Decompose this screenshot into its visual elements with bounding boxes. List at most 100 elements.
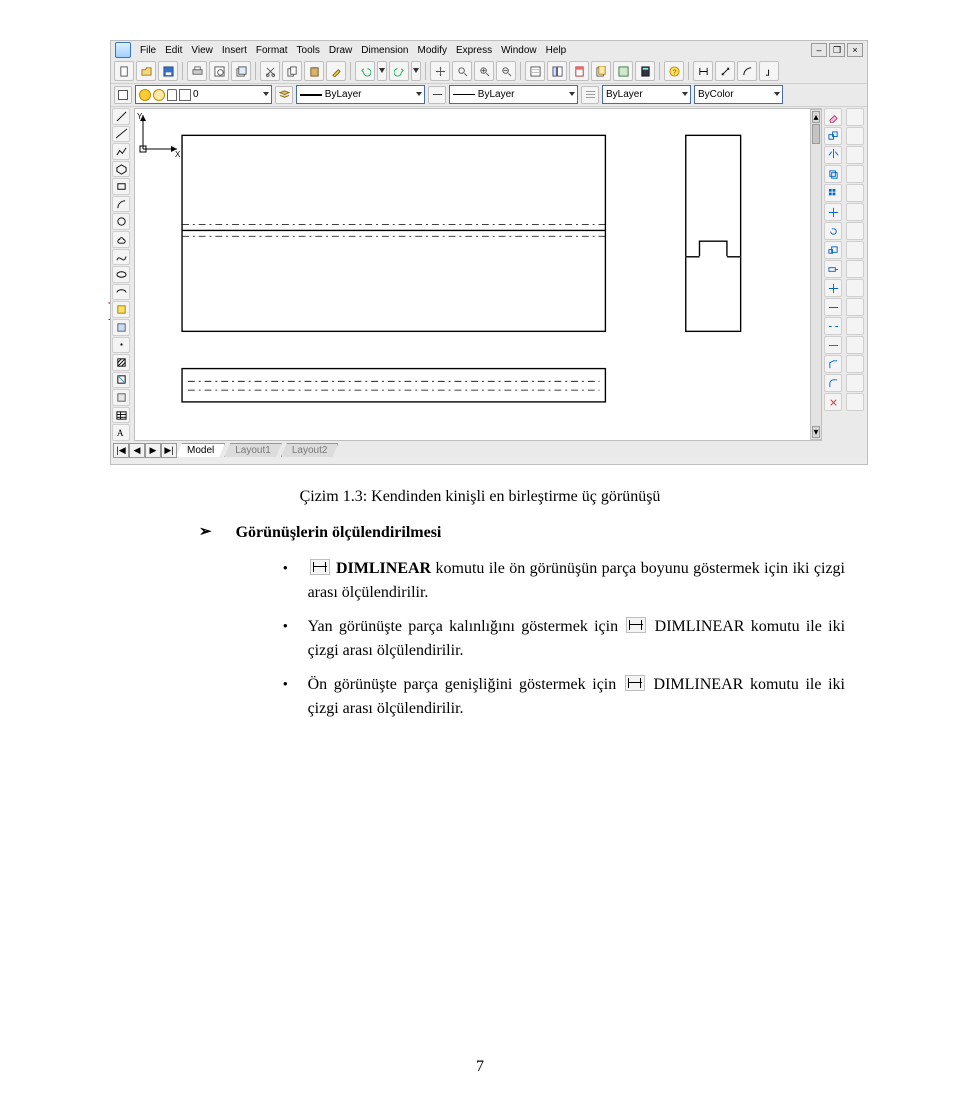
zoom-realtime-icon[interactable] xyxy=(452,61,472,81)
open-icon[interactable] xyxy=(136,61,156,81)
menu-tools[interactable]: Tools xyxy=(297,45,320,56)
rectangle-icon[interactable] xyxy=(112,178,130,195)
insert-block-icon[interactable] xyxy=(112,301,130,318)
pan-icon[interactable] xyxy=(430,61,450,81)
xline-icon[interactable] xyxy=(112,126,130,143)
zoom-window-icon[interactable] xyxy=(474,61,494,81)
erase-icon[interactable] xyxy=(824,108,842,126)
close-button[interactable]: × xyxy=(847,43,863,57)
point-icon[interactable] xyxy=(112,337,130,354)
help-icon[interactable]: ? xyxy=(664,61,684,81)
dimarc-icon[interactable] xyxy=(737,61,757,81)
properties-icon[interactable] xyxy=(525,61,545,81)
polygon-icon[interactable] xyxy=(112,161,130,178)
status-icon[interactable] xyxy=(846,241,864,259)
region-icon[interactable] xyxy=(112,389,130,406)
publish-icon[interactable] xyxy=(231,61,251,81)
copy-object-icon[interactable] xyxy=(824,127,842,145)
scroll-thumb[interactable] xyxy=(812,124,820,144)
list-icon[interactable] xyxy=(846,165,864,183)
inq-tool6-icon[interactable] xyxy=(846,374,864,392)
trim-icon[interactable] xyxy=(824,279,842,297)
spline-icon[interactable] xyxy=(112,249,130,266)
tab-nav-prev[interactable]: ◀ xyxy=(129,443,145,458)
arc-icon[interactable] xyxy=(112,196,130,213)
plotstyle-combo[interactable]: ByLayer xyxy=(602,85,691,104)
scroll-down-icon[interactable]: ▾ xyxy=(812,426,820,438)
move-icon[interactable] xyxy=(824,203,842,221)
tab-nav-last[interactable]: ▶| xyxy=(161,443,177,458)
save-icon[interactable] xyxy=(158,61,178,81)
locate-icon[interactable] xyxy=(846,203,864,221)
cut-icon[interactable] xyxy=(260,61,280,81)
stretch-icon[interactable] xyxy=(824,260,842,278)
dimord-icon[interactable] xyxy=(759,61,779,81)
hatch-icon[interactable] xyxy=(112,354,130,371)
menu-view[interactable]: View xyxy=(191,45,213,56)
circle-icon[interactable] xyxy=(112,213,130,230)
new-icon[interactable] xyxy=(114,61,134,81)
copy-icon[interactable] xyxy=(282,61,302,81)
distance-icon[interactable] xyxy=(846,108,864,126)
lineweight-settings-icon[interactable] xyxy=(581,86,599,104)
undo-icon[interactable] xyxy=(355,61,375,81)
pline-icon[interactable] xyxy=(112,143,130,160)
dimlinear-icon[interactable] xyxy=(693,61,713,81)
vertical-scrollbar[interactable]: ▴ ▾ xyxy=(810,109,822,440)
dimaligned-icon[interactable] xyxy=(715,61,735,81)
ellipse-arc-icon[interactable] xyxy=(112,284,130,301)
mtext-icon[interactable]: A xyxy=(112,424,130,441)
design-center-icon[interactable] xyxy=(547,61,567,81)
tab-layout1[interactable]: Layout1 xyxy=(224,443,282,457)
menu-dimension[interactable]: Dimension xyxy=(361,45,408,56)
menu-edit[interactable]: Edit xyxy=(165,45,182,56)
minimize-button[interactable]: – xyxy=(811,43,827,57)
table-icon[interactable] xyxy=(112,407,130,424)
inq-tool1-icon[interactable] xyxy=(846,279,864,297)
menu-draw[interactable]: Draw xyxy=(329,45,352,56)
mirror-icon[interactable] xyxy=(824,146,842,164)
scale-icon[interactable] xyxy=(824,241,842,259)
scroll-up-icon[interactable]: ▴ xyxy=(812,111,820,123)
break-icon[interactable] xyxy=(824,317,842,335)
id-icon[interactable] xyxy=(846,184,864,202)
inq-tool5-icon[interactable] xyxy=(846,355,864,373)
plot-preview-icon[interactable] xyxy=(209,61,229,81)
linetype-manager-icon[interactable] xyxy=(428,86,446,104)
array-icon[interactable] xyxy=(824,184,842,202)
menu-insert[interactable]: Insert xyxy=(222,45,247,56)
ellipse-icon[interactable] xyxy=(112,266,130,283)
offset-icon[interactable] xyxy=(824,165,842,183)
make-block-icon[interactable] xyxy=(112,319,130,336)
massprop-icon[interactable] xyxy=(846,146,864,164)
quickcalc-icon[interactable] xyxy=(635,61,655,81)
sheetset-icon[interactable] xyxy=(591,61,611,81)
color-combo[interactable]: ByColor xyxy=(694,85,783,104)
inq-tool2-icon[interactable] xyxy=(846,298,864,316)
redo-dropdown-icon[interactable] xyxy=(411,61,421,81)
drawing-canvas[interactable]: Y X ▴ ▾ xyxy=(134,108,822,441)
tab-layout2[interactable]: Layout2 xyxy=(281,443,339,457)
layer-combo[interactable]: 0 xyxy=(135,85,272,104)
undo-dropdown-icon[interactable] xyxy=(377,61,387,81)
inq-tool3-icon[interactable] xyxy=(846,317,864,335)
chamfer-icon[interactable] xyxy=(824,355,842,373)
markup-icon[interactable] xyxy=(613,61,633,81)
linetype-combo[interactable]: ByLayer xyxy=(296,85,425,104)
layer-manager-icon[interactable] xyxy=(275,86,293,104)
menu-express[interactable]: Express xyxy=(456,45,492,56)
menu-help[interactable]: Help xyxy=(546,45,567,56)
restore-button[interactable]: ❐ xyxy=(829,43,845,57)
tab-model[interactable]: Model xyxy=(176,443,225,457)
plot-icon[interactable] xyxy=(187,61,207,81)
tab-nav-next[interactable]: ▶ xyxy=(145,443,161,458)
tool-palettes-icon[interactable] xyxy=(569,61,589,81)
area-icon[interactable] xyxy=(846,127,864,145)
color-control-icon[interactable] xyxy=(114,86,132,104)
menu-file[interactable]: File xyxy=(140,45,156,56)
menu-modify[interactable]: Modify xyxy=(418,45,447,56)
time-icon[interactable] xyxy=(846,222,864,240)
line-icon[interactable] xyxy=(112,108,130,125)
menu-format[interactable]: Format xyxy=(256,45,288,56)
extend-icon[interactable] xyxy=(824,298,842,316)
